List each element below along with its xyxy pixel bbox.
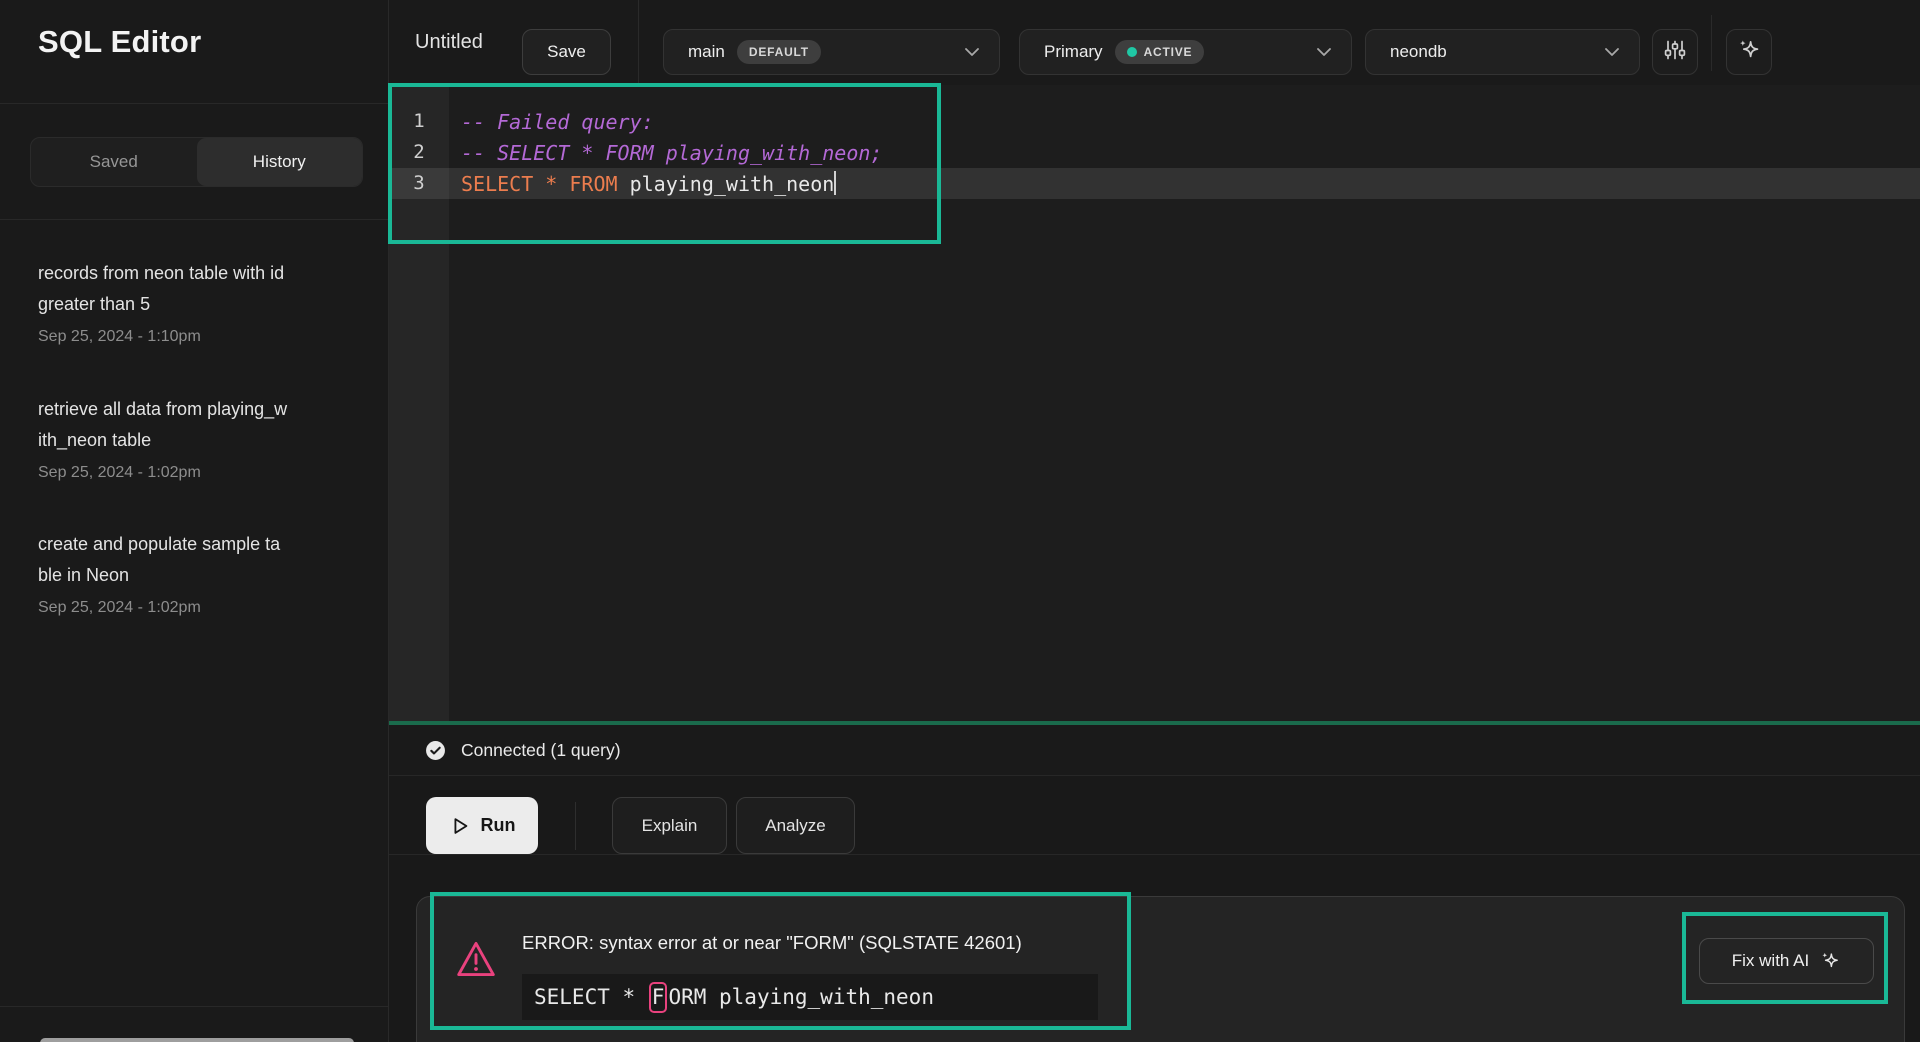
line-number: 1 (389, 106, 449, 137)
analyze-button-label: Analyze (765, 816, 825, 836)
history-item-timestamp: Sep 25, 2024 - 1:10pm (38, 328, 360, 346)
compute-select[interactable]: Primary ACTIVE (1019, 29, 1352, 75)
history-item-timestamp: Sep 25, 2024 - 1:02pm (38, 464, 360, 482)
active-badge-label: ACTIVE (1144, 45, 1193, 59)
tab-history-label: History (253, 152, 306, 172)
warning-triangle-icon (455, 940, 497, 983)
sidebar-bottom-divider (0, 1006, 388, 1007)
save-button-label: Save (547, 42, 586, 62)
sidebar-bottom-handle[interactable] (40, 1038, 354, 1042)
sql-identifier: playing_with_neon (618, 172, 835, 196)
saved-history-tabs: Saved History (30, 137, 363, 187)
chevron-down-icon (1605, 48, 1619, 56)
fix-with-ai-label: Fix with AI (1732, 951, 1809, 971)
database-select-label: neondb (1390, 42, 1447, 62)
error-message: ERROR: syntax error at or near "FORM" (S… (522, 932, 1022, 954)
sql-keyword: FROM (569, 172, 617, 196)
history-item-title: create and populate sample ta ble in Neo… (38, 529, 360, 591)
line-number: 3 (389, 168, 449, 199)
sliders-icon (1663, 38, 1687, 67)
error-code-snippet: SELECT * FORM playing_with_neon (522, 974, 1098, 1020)
query-results-panel: ERROR: syntax error at or near "FORM" (S… (416, 896, 1905, 1042)
sidebar-header-divider (0, 103, 388, 104)
page-title: SQL Editor (38, 24, 201, 60)
tab-saved-label: Saved (90, 152, 138, 172)
editor-line-3-active: 3 SELECT * FROM playing_with_neon (389, 168, 1920, 199)
run-button[interactable]: Run (426, 797, 538, 854)
sql-comment: -- Failed query: (449, 110, 654, 134)
actions-divider (575, 802, 576, 850)
editor-line-1: 1 -- Failed query: (389, 106, 1920, 137)
history-item[interactable]: retrieve all data from playing_w ith_neo… (38, 394, 360, 482)
branch-select-label: main (688, 42, 725, 62)
text-cursor (834, 171, 836, 195)
sql-statement: SELECT * FROM playing_with_neon (449, 171, 836, 196)
query-actions-row: Run Explain Analyze (389, 776, 1920, 855)
active-badge: ACTIVE (1115, 40, 1205, 64)
editor-line-2: 2 -- SELECT * FORM playing_with_neon; (389, 137, 1920, 168)
chevron-down-icon (1317, 48, 1331, 56)
history-item-title: retrieve all data from playing_w ith_neo… (38, 394, 360, 456)
play-icon (449, 815, 471, 837)
default-badge: DEFAULT (737, 40, 821, 64)
connection-status-text: Connected (1 query) (461, 740, 621, 761)
sidebar-tabs-divider (0, 219, 388, 220)
sql-keyword: SELECT (461, 172, 533, 196)
branch-select[interactable]: main DEFAULT (663, 29, 1000, 75)
run-button-label: Run (481, 815, 516, 836)
analyze-button[interactable]: Analyze (736, 797, 855, 854)
ai-assist-button[interactable] (1726, 29, 1772, 75)
tab-saved[interactable]: Saved (31, 138, 197, 186)
editor-settings-button[interactable] (1652, 29, 1698, 75)
error-token-highlight: F (649, 982, 668, 1013)
sql-comment: -- SELECT * FORM playing_with_neon; (449, 141, 882, 165)
history-item-title: records from neon table with id greater … (38, 258, 360, 320)
history-item[interactable]: records from neon table with id greater … (38, 258, 360, 346)
check-circle-icon (425, 740, 446, 761)
sql-code-editor[interactable]: 1 -- Failed query: 2 -- SELECT * FORM pl… (389, 85, 1920, 721)
tab-history[interactable]: History (197, 138, 363, 186)
toolbar-divider (1711, 15, 1712, 71)
sparkle-icon (1736, 37, 1762, 68)
explain-button[interactable]: Explain (612, 797, 727, 854)
chevron-down-icon (965, 48, 979, 56)
active-status-dot (1127, 47, 1137, 57)
toolbar: Untitled Save main DEFAULT Primary ACTIV… (389, 0, 1920, 85)
query-title: Untitled (415, 31, 483, 54)
toolbar-divider (638, 0, 639, 85)
sql-star: * (545, 172, 557, 196)
fix-with-ai-button[interactable]: Fix with AI (1699, 938, 1874, 984)
sidebar: SQL Editor Saved History records from ne… (0, 0, 389, 1042)
history-item-timestamp: Sep 25, 2024 - 1:02pm (38, 599, 360, 617)
database-select[interactable]: neondb (1365, 29, 1640, 75)
explain-button-label: Explain (642, 816, 698, 836)
connection-statusbar: Connected (1 query) (389, 725, 1920, 776)
line-number: 2 (389, 137, 449, 168)
sparkle-icon (1819, 950, 1841, 972)
compute-select-label: Primary (1044, 42, 1103, 62)
save-button[interactable]: Save (522, 29, 611, 75)
editor-lines: 1 -- Failed query: 2 -- SELECT * FORM pl… (389, 106, 1920, 199)
history-item[interactable]: create and populate sample ta ble in Neo… (38, 529, 360, 617)
